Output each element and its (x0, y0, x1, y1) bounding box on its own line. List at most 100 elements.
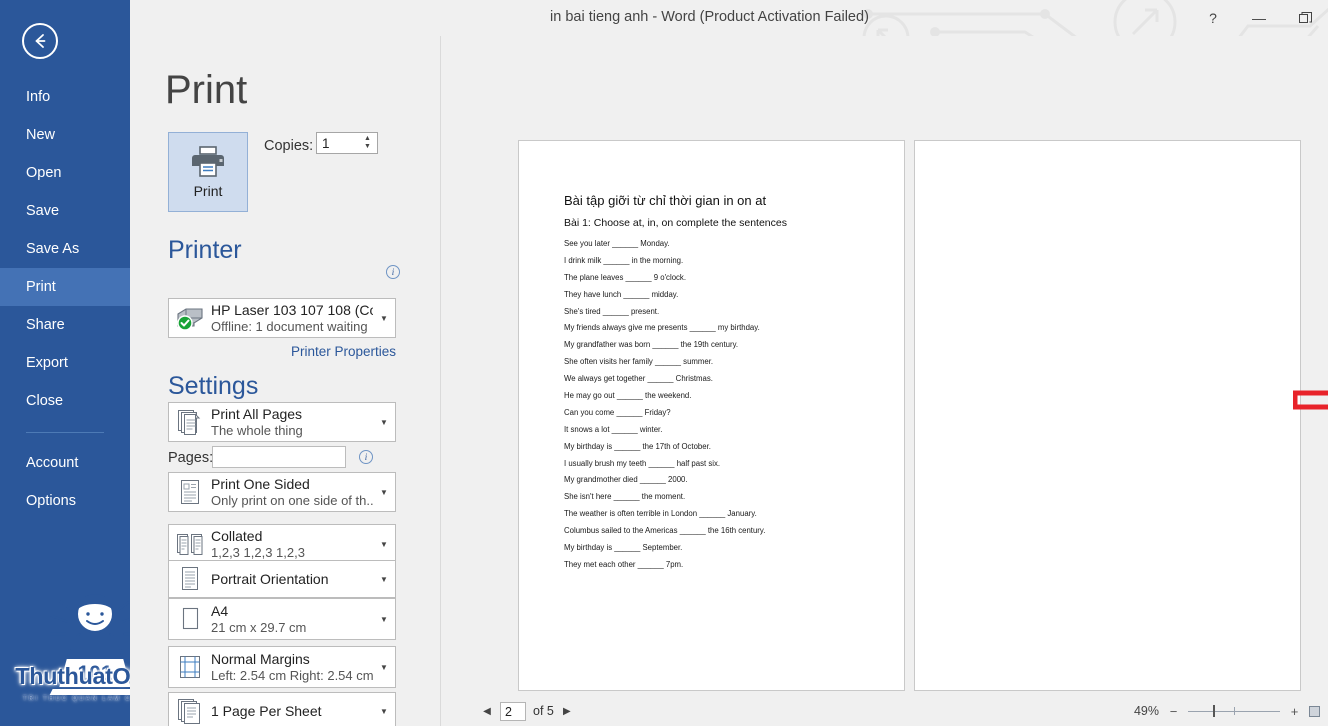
print-settings-panel: Print Print Copies: ▲ ▼ Printer i (130, 36, 440, 726)
paper-size-selector[interactable]: A4 21 cm x 29.7 cm ▼ (168, 598, 396, 640)
sidebar-item-label: Save As (26, 241, 80, 257)
chevron-down-icon[interactable]: ▼ (361, 143, 374, 151)
page-number-input[interactable] (501, 703, 525, 720)
document-line: My grandfather was born ______ the 19th … (564, 340, 739, 350)
chevron-down-icon[interactable]: ▼ (373, 575, 395, 584)
zoom-slider-midpoint-tick (1234, 707, 1235, 715)
chevron-down-icon[interactable]: ▼ (373, 540, 395, 549)
page-navigator: ◀ of 5 ▶ (481, 696, 573, 726)
next-page-icon[interactable]: ▶ (561, 706, 573, 717)
printer-properties-link[interactable]: Printer Properties (291, 344, 396, 359)
copies-input[interactable] (317, 135, 359, 151)
sidebar-item-label: Export (26, 355, 68, 371)
sidebar-item-new[interactable]: New (0, 116, 130, 154)
sidebar-item-save[interactable]: Save (0, 192, 130, 230)
sidebar-item-save-as[interactable]: Save As (0, 230, 130, 268)
sidebar-item-label: Account (26, 455, 79, 471)
document-line: My friends always give me presents _____… (564, 323, 760, 333)
restore-icon[interactable] (1282, 0, 1328, 36)
minimize-icon[interactable]: — (1236, 0, 1282, 36)
document-line: They have lunch ______ midday. (564, 289, 679, 299)
orientation-selector[interactable]: Portrait Orientation ▼ (168, 560, 396, 598)
collated-icon (169, 530, 211, 558)
preview-page-next[interactable] (914, 140, 1301, 691)
zoom-in-button[interactable]: + (1289, 704, 1300, 719)
print-range-subtitle: The whole thing (211, 423, 303, 438)
printer-info-icon[interactable]: i (386, 265, 400, 279)
zoom-controls: 49% − + (1134, 696, 1320, 726)
copies-label: Copies: (264, 138, 314, 154)
zoom-out-button[interactable]: − (1168, 704, 1179, 719)
pages-label: Pages: (168, 450, 214, 466)
print-button[interactable]: Print (168, 132, 248, 212)
previous-page-icon[interactable]: ◀ (481, 706, 493, 717)
printer-selector[interactable]: HP Laser 103 107 108 (Copy 1) Offline: 1… (168, 298, 396, 338)
sidebar-item-account[interactable]: Account (0, 444, 130, 482)
chevron-down-icon[interactable]: ▼ (373, 314, 395, 323)
sidebar-item-close[interactable]: Close (0, 382, 130, 420)
preview-page-current[interactable]: Bài tập giỡi từ chỉ thời gian in on at B… (518, 140, 905, 691)
pages-per-sheet-selector[interactable]: 1 Page Per Sheet ▼ (168, 692, 396, 726)
paper-size-icon (169, 605, 211, 633)
sidebar-item-label: Info (26, 89, 51, 105)
window-controls: ? — (1190, 0, 1328, 36)
page-number-input-wrap[interactable] (500, 701, 526, 721)
print-range-selector[interactable]: Print All Pages The whole thing ▼ (168, 402, 396, 442)
sidebar-item-export[interactable]: Export (0, 344, 130, 382)
orientation-title: Portrait Orientation (211, 571, 329, 587)
one-sided-icon (169, 478, 211, 506)
chevron-down-icon[interactable]: ▼ (373, 488, 395, 497)
chevron-down-icon[interactable]: ▼ (373, 707, 395, 716)
paper-size-title: A4 (211, 603, 229, 619)
pages-info-icon[interactable]: i (359, 450, 373, 464)
zoom-slider-handle[interactable] (1213, 705, 1215, 717)
margins-selector[interactable]: Normal Margins Left: 2.54 cm Right: 2.54… (168, 646, 396, 688)
document-line: Can you come ______ Friday? (564, 407, 671, 417)
copies-stepper[interactable]: ▲ ▼ (316, 132, 378, 154)
portrait-icon (169, 565, 211, 593)
printer-ready-icon (169, 305, 211, 331)
sidebar-item-open[interactable]: Open (0, 154, 130, 192)
red-right-arrow-annotation (1292, 377, 1328, 423)
print-sides-subtitle: Only print on one side of th... (211, 493, 373, 508)
sidebar-item-print[interactable]: Print (0, 268, 130, 306)
pages-per-sheet-title: 1 Page Per Sheet (211, 703, 322, 719)
chevron-up-icon[interactable]: ▲ (361, 135, 374, 143)
document-line: My birthday is ______ September. (564, 543, 683, 553)
sidebar-item-options[interactable]: Options (0, 482, 130, 520)
document-subtitle: Bài 1: Choose at, in, on complete the se… (564, 217, 787, 229)
document-line: Columbus sailed to the Americas ______ t… (564, 526, 766, 536)
help-icon[interactable]: ? (1190, 0, 1236, 36)
chevron-down-icon[interactable]: ▼ (373, 615, 395, 624)
zoom-percent-label: 49% (1133, 704, 1159, 718)
printer-name: HP Laser 103 107 108 (Copy 1) (211, 302, 373, 318)
chevron-down-icon[interactable]: ▼ (373, 663, 395, 672)
backstage-nav: Info New Open Save Save As Print Share E… (0, 78, 130, 520)
print-button-label: Print (193, 183, 223, 199)
document-line: He may go out ______ the weekend. (564, 391, 692, 401)
copies-spin-arrows[interactable]: ▲ ▼ (361, 135, 377, 151)
chevron-down-icon[interactable]: ▼ (373, 418, 395, 427)
title-bar: in bai tieng anh - Word (Product Activat… (130, 0, 1328, 62)
document-line: I drink milk ______ in the morning. (564, 255, 684, 265)
print-range-title: Print All Pages (211, 406, 303, 422)
zoom-to-page-icon[interactable] (1309, 705, 1320, 717)
print-sides-title: Print One Sided (211, 476, 310, 492)
margins-subtitle: Left: 2.54 cm Right: 2.54 cm (211, 668, 373, 683)
all-pages-icon (169, 408, 211, 436)
collation-selector[interactable]: Collated 1,2,3 1,2,3 1,2,3 ▼ (168, 524, 396, 564)
sidebar-item-share[interactable]: Share (0, 306, 130, 344)
sidebar-item-label: Print (26, 279, 56, 295)
sidebar-item-label: Share (26, 317, 65, 333)
document-line: She often visits her family ______ summe… (564, 357, 714, 367)
printer-icon (192, 146, 224, 177)
document-line: See you later ______ Monday. (564, 239, 670, 248)
zoom-slider[interactable] (1188, 704, 1280, 718)
sidebar-item-label: New (26, 127, 56, 143)
print-sides-selector[interactable]: Print One Sided Only print on one side o… (168, 472, 396, 512)
pages-input[interactable] (213, 447, 345, 467)
window-title: in bai tieng anh - Word (Product Activat… (550, 9, 869, 25)
pages-input-wrap[interactable] (212, 446, 346, 468)
back-arrow-icon[interactable] (22, 23, 58, 59)
sidebar-item-info[interactable]: Info (0, 78, 130, 116)
